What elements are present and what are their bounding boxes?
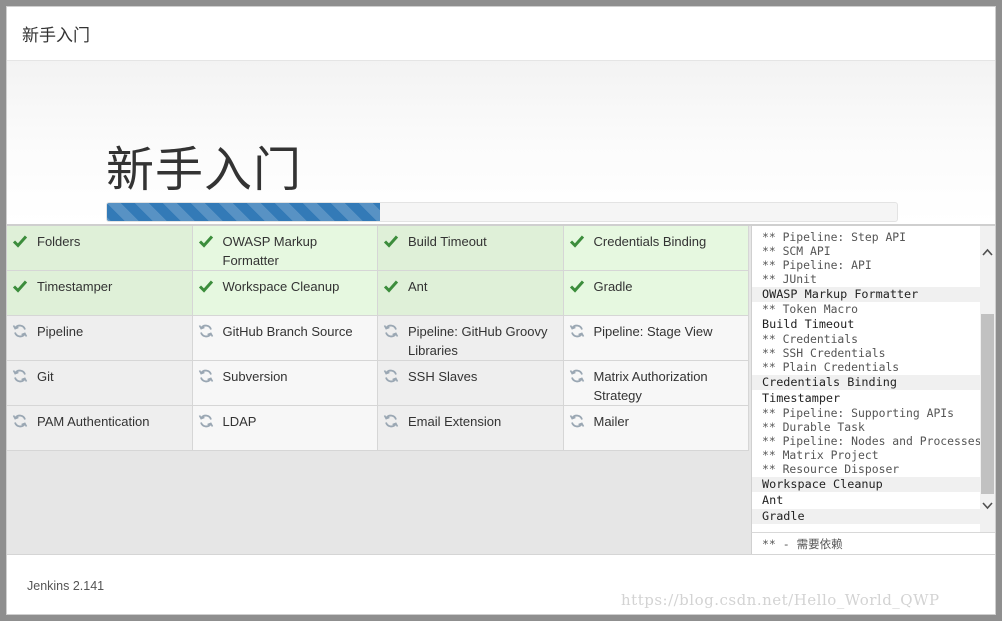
plugin-name: GitHub Branch Source — [222, 324, 353, 339]
log-line: Build Timeout — [762, 317, 855, 331]
log-line: ** Pipeline: Nodes and Processes — [762, 434, 982, 448]
checkmark-icon — [198, 233, 214, 249]
page-title: 新手入门 — [106, 144, 303, 197]
plugin-name: Git — [37, 369, 54, 384]
plugin-name: PAM Authentication — [37, 414, 150, 429]
scroll-down-icon[interactable] — [980, 498, 995, 514]
install-log: ** Pipeline: Step API ** SCM API ** Pipeli… — [751, 226, 995, 532]
plugin-item: Pipeline: GitHub Groovy Libraries — [378, 316, 564, 361]
log-line: ** JUnit — [762, 272, 817, 286]
plugin-item: GitHub Branch Source — [192, 316, 378, 361]
log-line: ** SSH Credentials — [762, 346, 886, 360]
log-line: ** Pipeline: API — [762, 258, 872, 272]
log-line: Workspace Cleanup — [752, 477, 982, 492]
plugin-name: Workspace Cleanup — [222, 279, 340, 294]
plugin-item: Gradle — [563, 271, 749, 316]
plugin-item: Credentials Binding — [563, 226, 749, 271]
refresh-icon — [569, 413, 585, 429]
plugin-item: Pipeline: Stage View — [563, 316, 749, 361]
plugin-name: Ant — [408, 279, 428, 294]
log-line: ** Pipeline: Supporting APIs — [762, 406, 955, 420]
install-progress — [106, 202, 898, 222]
plugin-name: Gradle — [593, 279, 633, 294]
progress-bar-fill — [107, 203, 380, 221]
plugin-name: Matrix Authorization Strategy — [593, 369, 708, 403]
log-line: ** SCM API — [762, 244, 831, 258]
plugin-name: LDAP — [222, 414, 257, 429]
refresh-icon — [12, 413, 28, 429]
plugin-item: Subversion — [192, 361, 378, 406]
plugin-item: Pipeline — [7, 316, 193, 361]
refresh-icon — [12, 368, 28, 384]
dialog-title: 新手入门 — [22, 26, 90, 45]
refresh-icon — [12, 323, 28, 339]
plugin-name: Pipeline: GitHub Groovy Libraries — [408, 324, 548, 358]
footer: Jenkins 2.141 https://blog.csdn.net/Hell… — [7, 554, 995, 614]
checkmark-icon — [569, 233, 585, 249]
jenkins-version: Jenkins 2.141 — [27, 579, 105, 593]
checkmark-icon — [198, 278, 214, 294]
plugin-item: LDAP — [192, 406, 378, 451]
plugin-name: OWASP Markup Formatter — [222, 234, 318, 268]
refresh-icon — [383, 368, 399, 384]
log-line: ** Plain Credentials — [762, 360, 900, 374]
plugin-name: Pipeline: Stage View — [593, 324, 713, 339]
refresh-icon — [198, 323, 214, 339]
log-scrollbar[interactable] — [980, 226, 995, 532]
watermark-text: https://blog.csdn.net/Hello_World_QWP — [621, 591, 940, 609]
dialog-header: 新手入门 — [7, 7, 995, 61]
plugin-name: Subversion — [222, 369, 288, 384]
refresh-icon — [198, 413, 214, 429]
plugin-item: SSH Slaves — [378, 361, 564, 406]
refresh-icon — [198, 368, 214, 384]
plugin-name: Folders — [37, 234, 81, 249]
log-line: ** Credentials — [762, 332, 859, 346]
plugin-name: Timestamper — [37, 279, 113, 294]
plugin-item: OWASP Markup Formatter — [192, 226, 378, 271]
log-line: Credentials Binding — [752, 375, 982, 390]
plugin-name: Mailer — [593, 414, 629, 429]
checkmark-icon — [569, 278, 585, 294]
plugin-name: Credentials Binding — [593, 234, 707, 249]
plugin-item: Ant — [378, 271, 564, 316]
plugin-item: PAM Authentication — [7, 406, 193, 451]
plugin-item: Folders — [7, 226, 193, 271]
plugin-item: Workspace Cleanup — [192, 271, 378, 316]
plugin-item: Timestamper — [7, 271, 193, 316]
refresh-icon — [569, 323, 585, 339]
setup-wizard-dialog: 新手入门 新手入门 Folders OWASP Markup Formatter B… — [6, 6, 996, 615]
dependency-legend: ** - 需要依赖 — [751, 532, 995, 556]
install-content: Folders OWASP Markup Formatter Build Timeo… — [7, 224, 995, 556]
log-line: Ant — [762, 493, 784, 507]
log-line: ** Matrix Project — [762, 448, 879, 462]
log-line: OWASP Markup Formatter — [752, 287, 982, 302]
log-line: ** Pipeline: Step API — [762, 230, 907, 244]
plugin-item: Mailer — [563, 406, 749, 451]
plugin-name: SSH Slaves — [408, 369, 478, 384]
plugin-name: Build Timeout — [408, 234, 487, 249]
hero-section: 新手入门 — [7, 61, 995, 224]
scroll-up-icon[interactable] — [980, 244, 995, 260]
log-line: Gradle — [752, 509, 982, 524]
checkmark-icon — [383, 278, 399, 294]
log-line: ** Resource Disposer — [762, 462, 900, 476]
plugin-grid: Folders OWASP Markup Formatter Build Timeo… — [7, 226, 749, 451]
scroll-thumb[interactable] — [981, 314, 994, 494]
plugin-item: Git — [7, 361, 193, 406]
refresh-icon — [383, 323, 399, 339]
checkmark-icon — [12, 278, 28, 294]
log-lines: ** Pipeline: Step API ** SCM API ** Pipeli… — [752, 230, 982, 524]
log-line: ** Token Macro — [762, 302, 859, 316]
refresh-icon — [383, 413, 399, 429]
refresh-icon — [569, 368, 585, 384]
checkmark-icon — [383, 233, 399, 249]
log-line: Timestamper — [762, 391, 841, 405]
plugin-item: Email Extension — [378, 406, 564, 451]
plugin-item: Matrix Authorization Strategy — [563, 361, 749, 406]
checkmark-icon — [12, 233, 28, 249]
plugin-name: Email Extension — [408, 414, 502, 429]
plugin-item: Build Timeout — [378, 226, 564, 271]
plugin-name: Pipeline — [37, 324, 84, 339]
log-line: ** Durable Task — [762, 420, 865, 434]
